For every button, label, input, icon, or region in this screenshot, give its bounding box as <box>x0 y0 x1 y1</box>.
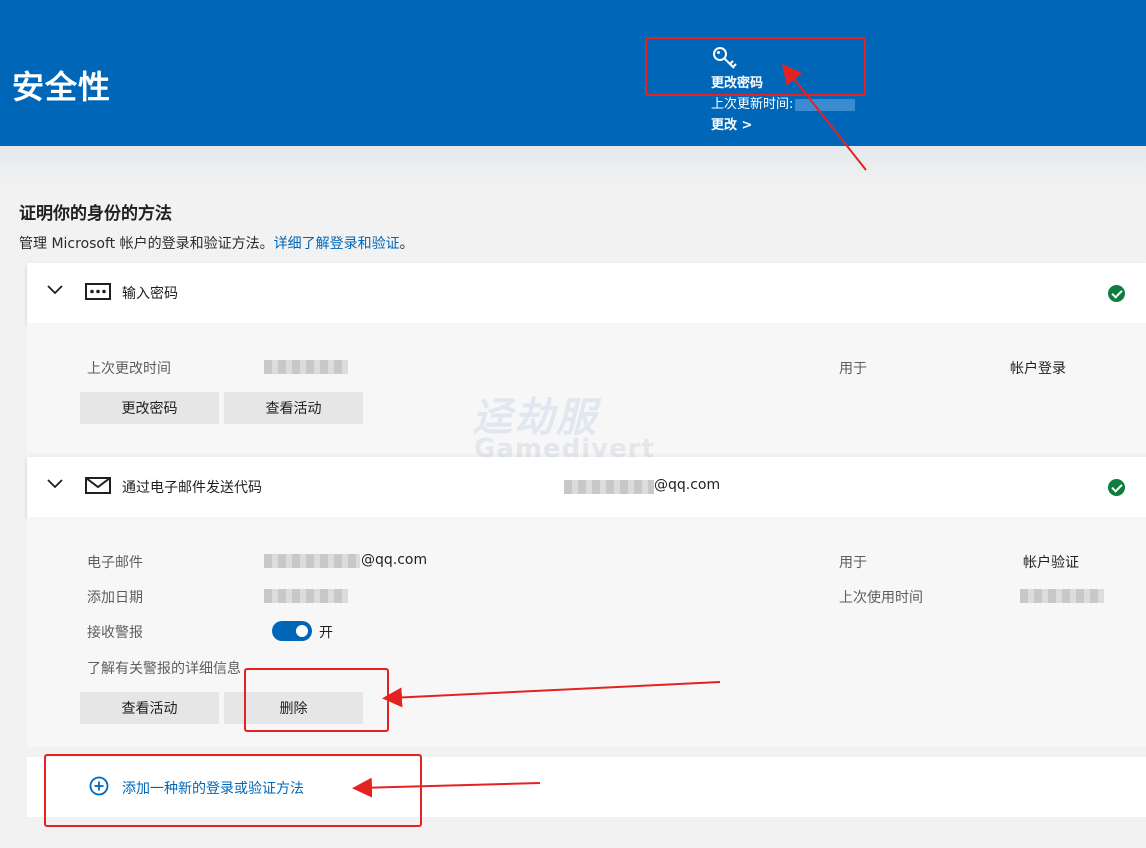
change-password-block[interactable]: 更改密码 上次更新时间: 更改 > <box>711 46 856 133</box>
alerts-state: 开 <box>319 625 333 641</box>
method-header[interactable]: 通过电子邮件发送代码 @qq.com <box>27 457 1146 517</box>
section-heading: 证明你的身份的方法 <box>19 204 172 224</box>
description-text: 管理 Microsoft 帐户的登录和验证方法。 <box>19 236 274 252</box>
method-title: 输入密码 <box>122 286 178 302</box>
chevron-down-icon[interactable] <box>47 285 63 295</box>
blurred-value <box>264 360 348 374</box>
used-for-label: 用于 <box>839 555 867 571</box>
description-period: 。 <box>399 236 414 252</box>
plus-circle-icon <box>89 776 109 796</box>
blurred-email <box>264 554 360 568</box>
change-password-title[interactable]: 更改密码 <box>711 72 855 91</box>
last-updated-label: 上次更新时间: <box>711 97 794 112</box>
alerts-label: 接收警报 <box>87 625 143 641</box>
learn-more-link[interactable]: 详细了解登录和验证 <box>274 236 400 252</box>
blurred-date <box>795 98 856 111</box>
blurred-email <box>564 480 654 494</box>
blurred-date <box>264 589 348 603</box>
method-header[interactable]: 输入密码 <box>27 263 1146 323</box>
change-password-link[interactable]: 更改 > <box>711 114 855 133</box>
security-header <box>0 0 1146 146</box>
delete-button[interactable]: 删除 <box>224 692 363 724</box>
chevron-down-icon[interactable] <box>47 479 63 489</box>
email-label: 电子邮件 <box>87 555 143 571</box>
added-date-label: 添加日期 <box>87 590 143 606</box>
email-suffix: @qq.com <box>361 552 428 568</box>
blurred-date <box>1020 589 1104 603</box>
password-last-updated: 上次更新时间: <box>711 93 856 112</box>
check-circle-icon <box>1108 479 1125 496</box>
used-for-value: 帐户登录 <box>1010 361 1066 377</box>
change-password-button[interactable]: 更改密码 <box>80 392 219 424</box>
key-icon <box>713 47 737 69</box>
view-activity-button[interactable]: 查看活动 <box>80 692 219 724</box>
add-method-card[interactable]: 添加一种新的登录或验证方法 <box>27 757 1146 817</box>
page-title: 安全性 <box>12 68 112 106</box>
header-fade <box>0 146 1146 186</box>
section-description: 管理 Microsoft 帐户的登录和验证方法。详细了解登录和验证。 <box>19 233 414 253</box>
add-method-link[interactable]: 添加一种新的登录或验证方法 <box>122 778 304 798</box>
check-circle-icon <box>1108 285 1125 302</box>
watermark: Gamedivert <box>474 434 655 464</box>
alerts-info-link[interactable]: 了解有关警报的详细信息 <box>87 658 241 678</box>
used-for-value: 帐户验证 <box>1023 555 1079 571</box>
last-used-label: 上次使用时间 <box>839 590 923 606</box>
view-activity-button[interactable]: 查看活动 <box>224 392 363 424</box>
last-changed-label: 上次更改时间 <box>87 361 171 377</box>
mail-icon <box>85 477 111 494</box>
alerts-toggle[interactable] <box>272 621 312 641</box>
method-details-email: 电子邮件 @qq.com 添加日期 接收警报 开 了解有关警报的详细信息 用于 … <box>27 517 1146 747</box>
password-dots-icon <box>85 283 111 300</box>
method-title: 通过电子邮件发送代码 <box>122 480 262 496</box>
email-suffix: @qq.com <box>654 477 721 493</box>
method-card-password[interactable]: 输入密码 <box>27 263 1146 323</box>
method-card-email[interactable]: 通过电子邮件发送代码 @qq.com <box>27 457 1146 517</box>
used-for-label: 用于 <box>839 361 867 377</box>
